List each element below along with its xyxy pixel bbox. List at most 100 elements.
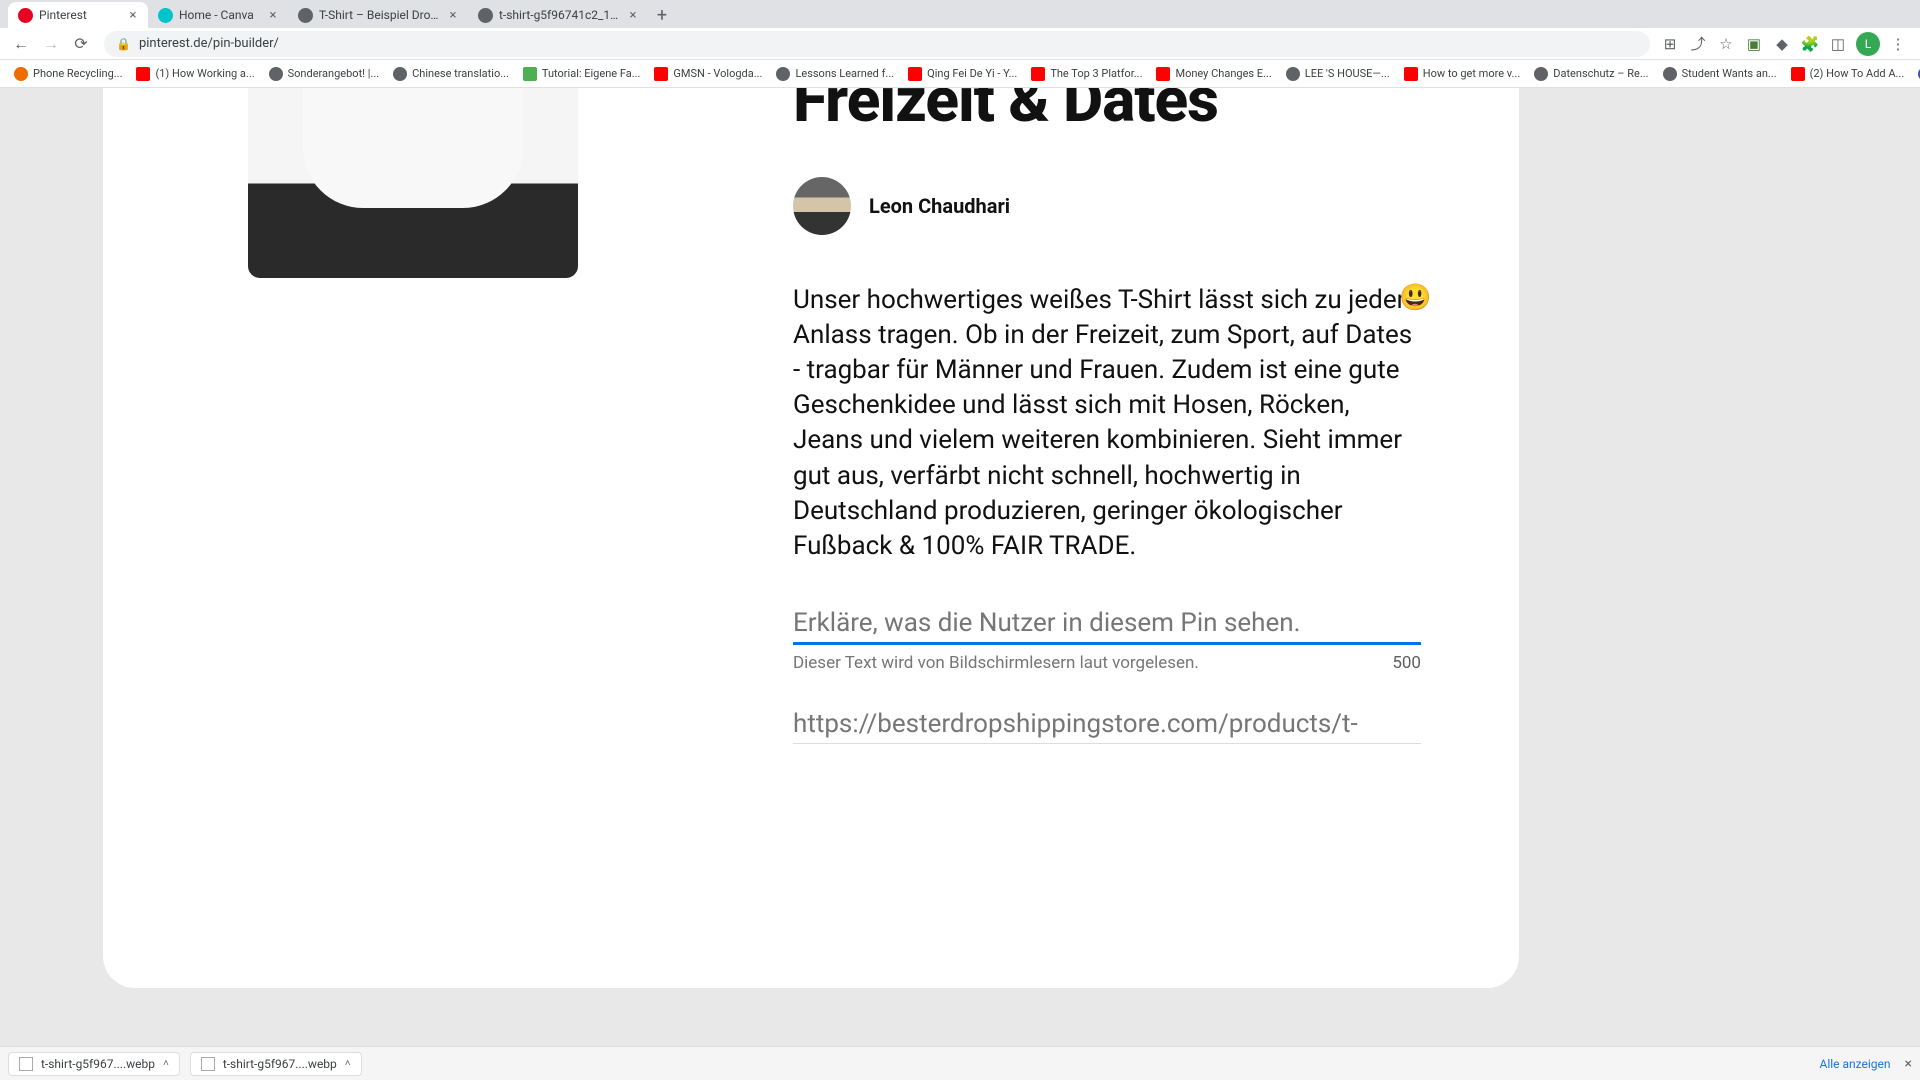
browser-tab-strip: Pinterest × Home - Canva × T-Shirt – Bei… <box>0 0 1920 28</box>
pin-description[interactable]: Unser hochwertiges weißes T-Shirt lässt … <box>793 283 1421 564</box>
download-filename: t-shirt-g5f967....webp <box>223 1057 337 1071</box>
menu-icon[interactable]: ⋮ <box>1888 34 1908 54</box>
bookmark-label: Phone Recycling... <box>33 67 122 80</box>
bookmark-item[interactable]: Phone Recycling... <box>8 64 128 84</box>
bookmark-item[interactable]: Datenschutz – Re... <box>1528 64 1654 84</box>
bookmark-favicon <box>1286 67 1300 81</box>
bookmark-item[interactable]: Download – Cooki... <box>1912 64 1920 84</box>
bookmark-label: LEE 'S HOUSE—... <box>1305 67 1390 80</box>
bookmark-label: GMSN - Vologda... <box>673 67 762 80</box>
page-viewport: Freizeit & Dates Leon Chaudhari Unser ho… <box>0 88 1920 1046</box>
puzzle-icon[interactable]: 🧩 <box>1800 34 1820 54</box>
globe-favicon <box>478 8 493 23</box>
bookmark-label: Student Wants an... <box>1682 67 1777 80</box>
bookmark-favicon <box>1663 67 1677 81</box>
share-icon[interactable]: ⤴ <box>1688 34 1708 54</box>
tab-title: Pinterest <box>39 8 120 22</box>
download-item[interactable]: t-shirt-g5f967....webp ˄ <box>8 1052 180 1076</box>
url-text: pinterest.de/pin-builder/ <box>139 36 279 51</box>
star-icon[interactable]: ☆ <box>1716 34 1736 54</box>
pin-image-panel <box>103 88 723 988</box>
bookmark-item[interactable]: Student Wants an... <box>1657 64 1783 84</box>
download-filename: t-shirt-g5f967....webp <box>41 1057 155 1071</box>
author-name: Leon Chaudhari <box>869 194 1010 218</box>
bookmark-item[interactable]: GMSN - Vologda... <box>648 64 768 84</box>
browser-tab[interactable]: Home - Canva × <box>148 2 288 28</box>
destination-url-input[interactable] <box>793 709 1421 744</box>
lock-icon: 🔒 <box>116 37 131 51</box>
bookmark-item[interactable]: Money Changes E... <box>1150 64 1277 84</box>
file-icon <box>201 1057 215 1071</box>
bookmark-item[interactable]: Sonderangebot! |... <box>263 64 386 84</box>
bookmark-label: (1) How Working a... <box>155 67 254 80</box>
bookmark-label: Chinese translatio... <box>412 67 509 80</box>
alt-text-input[interactable] <box>793 608 1421 638</box>
bookmark-label: (2) How To Add A... <box>1810 67 1905 80</box>
bookmark-item[interactable]: (2) How To Add A... <box>1785 64 1911 84</box>
canva-favicon <box>158 8 173 23</box>
bookmark-label: Tutorial: Eigene Fa... <box>542 67 641 80</box>
bookmark-item[interactable]: Qing Fei De Yi - Y... <box>902 64 1023 84</box>
browser-tab[interactable]: t-shirt-g5f96741c2_1280.jpg × <box>468 2 648 28</box>
youtube-favicon <box>1791 67 1805 81</box>
extension-icon[interactable]: ▣ <box>1744 34 1764 54</box>
youtube-favicon <box>1156 67 1170 81</box>
chevron-up-icon[interactable]: ˄ <box>345 1058 351 1069</box>
bookmark-item[interactable]: The Top 3 Platfor... <box>1025 64 1148 84</box>
youtube-favicon <box>908 67 922 81</box>
bookmark-favicon <box>393 67 407 81</box>
install-icon[interactable]: ⊞ <box>1660 34 1680 54</box>
author-row: Leon Chaudhari <box>793 177 1421 235</box>
close-icon[interactable]: × <box>126 8 140 22</box>
bookmark-label: Datenschutz – Re... <box>1553 67 1648 80</box>
bookmark-favicon <box>1534 67 1548 81</box>
browser-address-bar: ← → ⟳ 🔒 pinterest.de/pin-builder/ ⊞ ⤴ ☆ … <box>0 28 1920 60</box>
extension-icon[interactable]: ◆ <box>1772 34 1792 54</box>
bookmark-item[interactable]: Tutorial: Eigene Fa... <box>517 64 647 84</box>
pinterest-favicon <box>18 8 33 23</box>
tab-title: T-Shirt – Beispiel Dropshippin <box>319 8 440 22</box>
bookmarks-bar: Phone Recycling... (1) How Working a... … <box>0 60 1920 88</box>
bookmark-item[interactable]: LEE 'S HOUSE—... <box>1280 64 1396 84</box>
author-avatar[interactable] <box>793 177 851 235</box>
bookmark-label: Qing Fei De Yi - Y... <box>927 67 1017 80</box>
close-icon[interactable]: × <box>626 8 640 22</box>
description-wrap: Unser hochwertiges weißes T-Shirt lässt … <box>793 283 1421 564</box>
bookmark-label: The Top 3 Platfor... <box>1050 67 1142 80</box>
profile-avatar[interactable]: L <box>1856 32 1880 56</box>
bookmark-item[interactable]: How to get more v... <box>1398 64 1527 84</box>
bookmark-favicon <box>523 67 537 81</box>
pin-builder-card: Freizeit & Dates Leon Chaudhari Unser ho… <box>103 88 1519 988</box>
url-input[interactable]: 🔒 pinterest.de/pin-builder/ <box>104 31 1650 57</box>
bookmark-item[interactable]: Lessons Learned f... <box>770 64 900 84</box>
close-icon[interactable]: × <box>1905 1056 1912 1072</box>
new-tab-button[interactable]: + <box>648 2 676 28</box>
pin-image-preview[interactable] <box>248 88 578 278</box>
show-all-downloads[interactable]: Alle anzeigen <box>1819 1057 1890 1071</box>
back-button[interactable]: ← <box>8 31 34 57</box>
pin-form-panel: Freizeit & Dates Leon Chaudhari Unser ho… <box>723 88 1519 988</box>
chevron-up-icon[interactable]: ˄ <box>163 1058 169 1069</box>
forward-button[interactable]: → <box>38 31 64 57</box>
close-icon[interactable]: × <box>446 8 460 22</box>
bookmark-item[interactable]: (1) How Working a... <box>130 64 260 84</box>
alt-char-count: 500 <box>1392 653 1421 673</box>
bookmark-label: How to get more v... <box>1423 67 1521 80</box>
browser-tab[interactable]: Pinterest × <box>8 2 148 28</box>
tab-title: Home - Canva <box>179 8 260 22</box>
download-item[interactable]: t-shirt-g5f967....webp ˄ <box>190 1052 362 1076</box>
bookmark-favicon <box>269 67 283 81</box>
youtube-favicon <box>654 67 668 81</box>
youtube-favicon <box>136 67 150 81</box>
browser-tab[interactable]: T-Shirt – Beispiel Dropshippin × <box>288 2 468 28</box>
globe-favicon <box>298 8 313 23</box>
youtube-favicon <box>1031 67 1045 81</box>
panel-icon[interactable]: ◫ <box>1828 34 1848 54</box>
downloads-bar: t-shirt-g5f967....webp ˄ t-shirt-g5f967.… <box>0 1046 1920 1080</box>
emoji-picker-button[interactable]: 😃 <box>1399 283 1429 313</box>
pin-title[interactable]: Freizeit & Dates <box>793 88 1421 133</box>
close-icon[interactable]: × <box>266 8 280 22</box>
bookmark-item[interactable]: Chinese translatio... <box>387 64 515 84</box>
reload-button[interactable]: ⟳ <box>68 31 94 57</box>
tshirt-graphic <box>303 88 523 208</box>
